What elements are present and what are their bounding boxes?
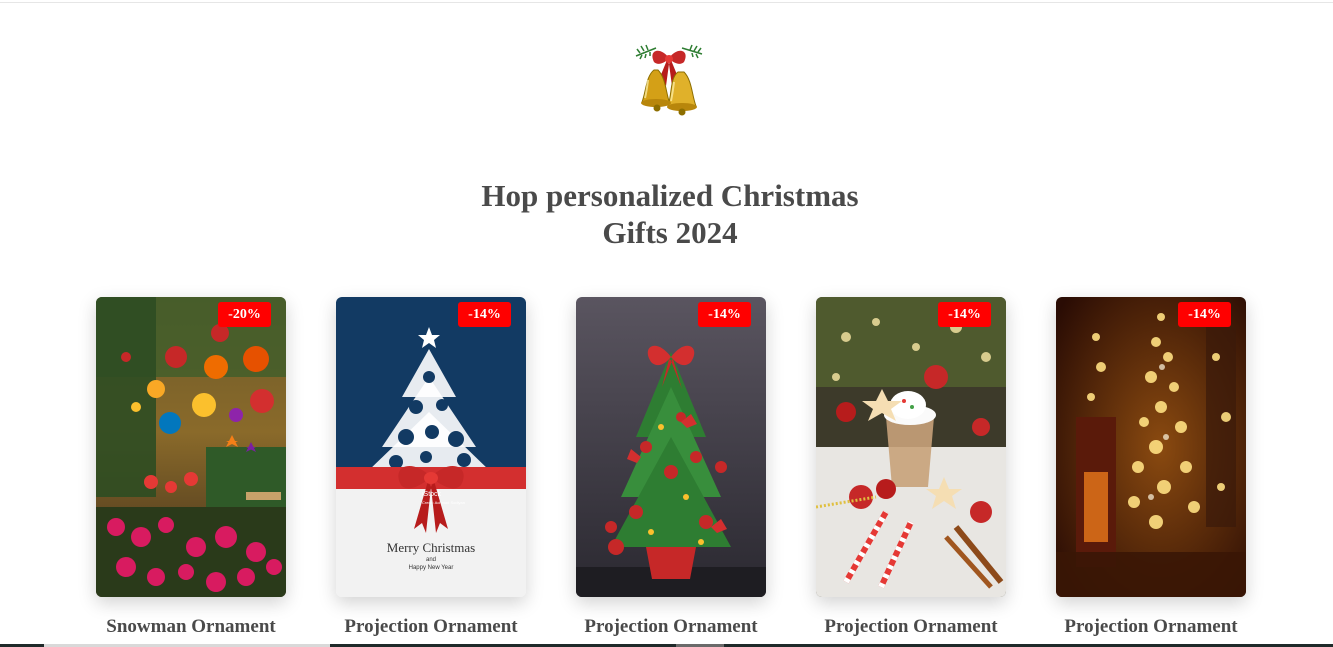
- product-image[interactable]: iStock Credit: Achmad Sodiyan Merry Chri…: [336, 297, 526, 597]
- product-image[interactable]: -20%: [96, 297, 286, 597]
- watermark-text: iStock: [422, 491, 442, 498]
- product-image[interactable]: -14%: [576, 297, 766, 597]
- greeting-line1: Merry Christmas: [387, 540, 475, 555]
- product-name[interactable]: Projection Ornament: [306, 615, 556, 639]
- credit-text: Credit: Achmad Sodiyan: [422, 500, 465, 505]
- product-name[interactable]: Projection Ornament: [786, 615, 1036, 639]
- product-card[interactable]: -14% Projection Ornament: [1056, 297, 1246, 637]
- product-image[interactable]: -14%: [816, 297, 1006, 597]
- discount-badge: -14%: [1178, 302, 1231, 327]
- product-card[interactable]: -14% Projection Ornament: [816, 297, 1006, 637]
- product-image[interactable]: -14%: [1056, 297, 1246, 597]
- product-card[interactable]: -20% Snowman Ornament: [96, 297, 286, 637]
- greeting-line2: and: [426, 557, 436, 563]
- discount-badge: -14%: [698, 302, 751, 327]
- product-card[interactable]: -14% Projection Ornament: [576, 297, 766, 637]
- page-title-line1: Hop personalized Christmas: [481, 177, 859, 213]
- page-title-line2: Gifts 2024: [602, 214, 738, 250]
- top-divider: [0, 2, 1333, 3]
- discount-badge: -14%: [458, 302, 511, 327]
- product-name[interactable]: Projection Ornament: [1026, 615, 1276, 639]
- discount-badge: -14%: [938, 302, 991, 327]
- page-title: Hop personalized Christmas Gifts 2024: [0, 177, 1333, 251]
- christmas-bell-icon: [632, 36, 706, 118]
- greeting-line3: Happy New Year: [409, 565, 454, 571]
- product-name[interactable]: Projection Ornament: [546, 615, 796, 639]
- product-name[interactable]: Snowman Ornament: [66, 615, 316, 639]
- product-card[interactable]: iStock Credit: Achmad Sodiyan Merry Chri…: [336, 297, 526, 637]
- discount-badge: -20%: [218, 302, 271, 327]
